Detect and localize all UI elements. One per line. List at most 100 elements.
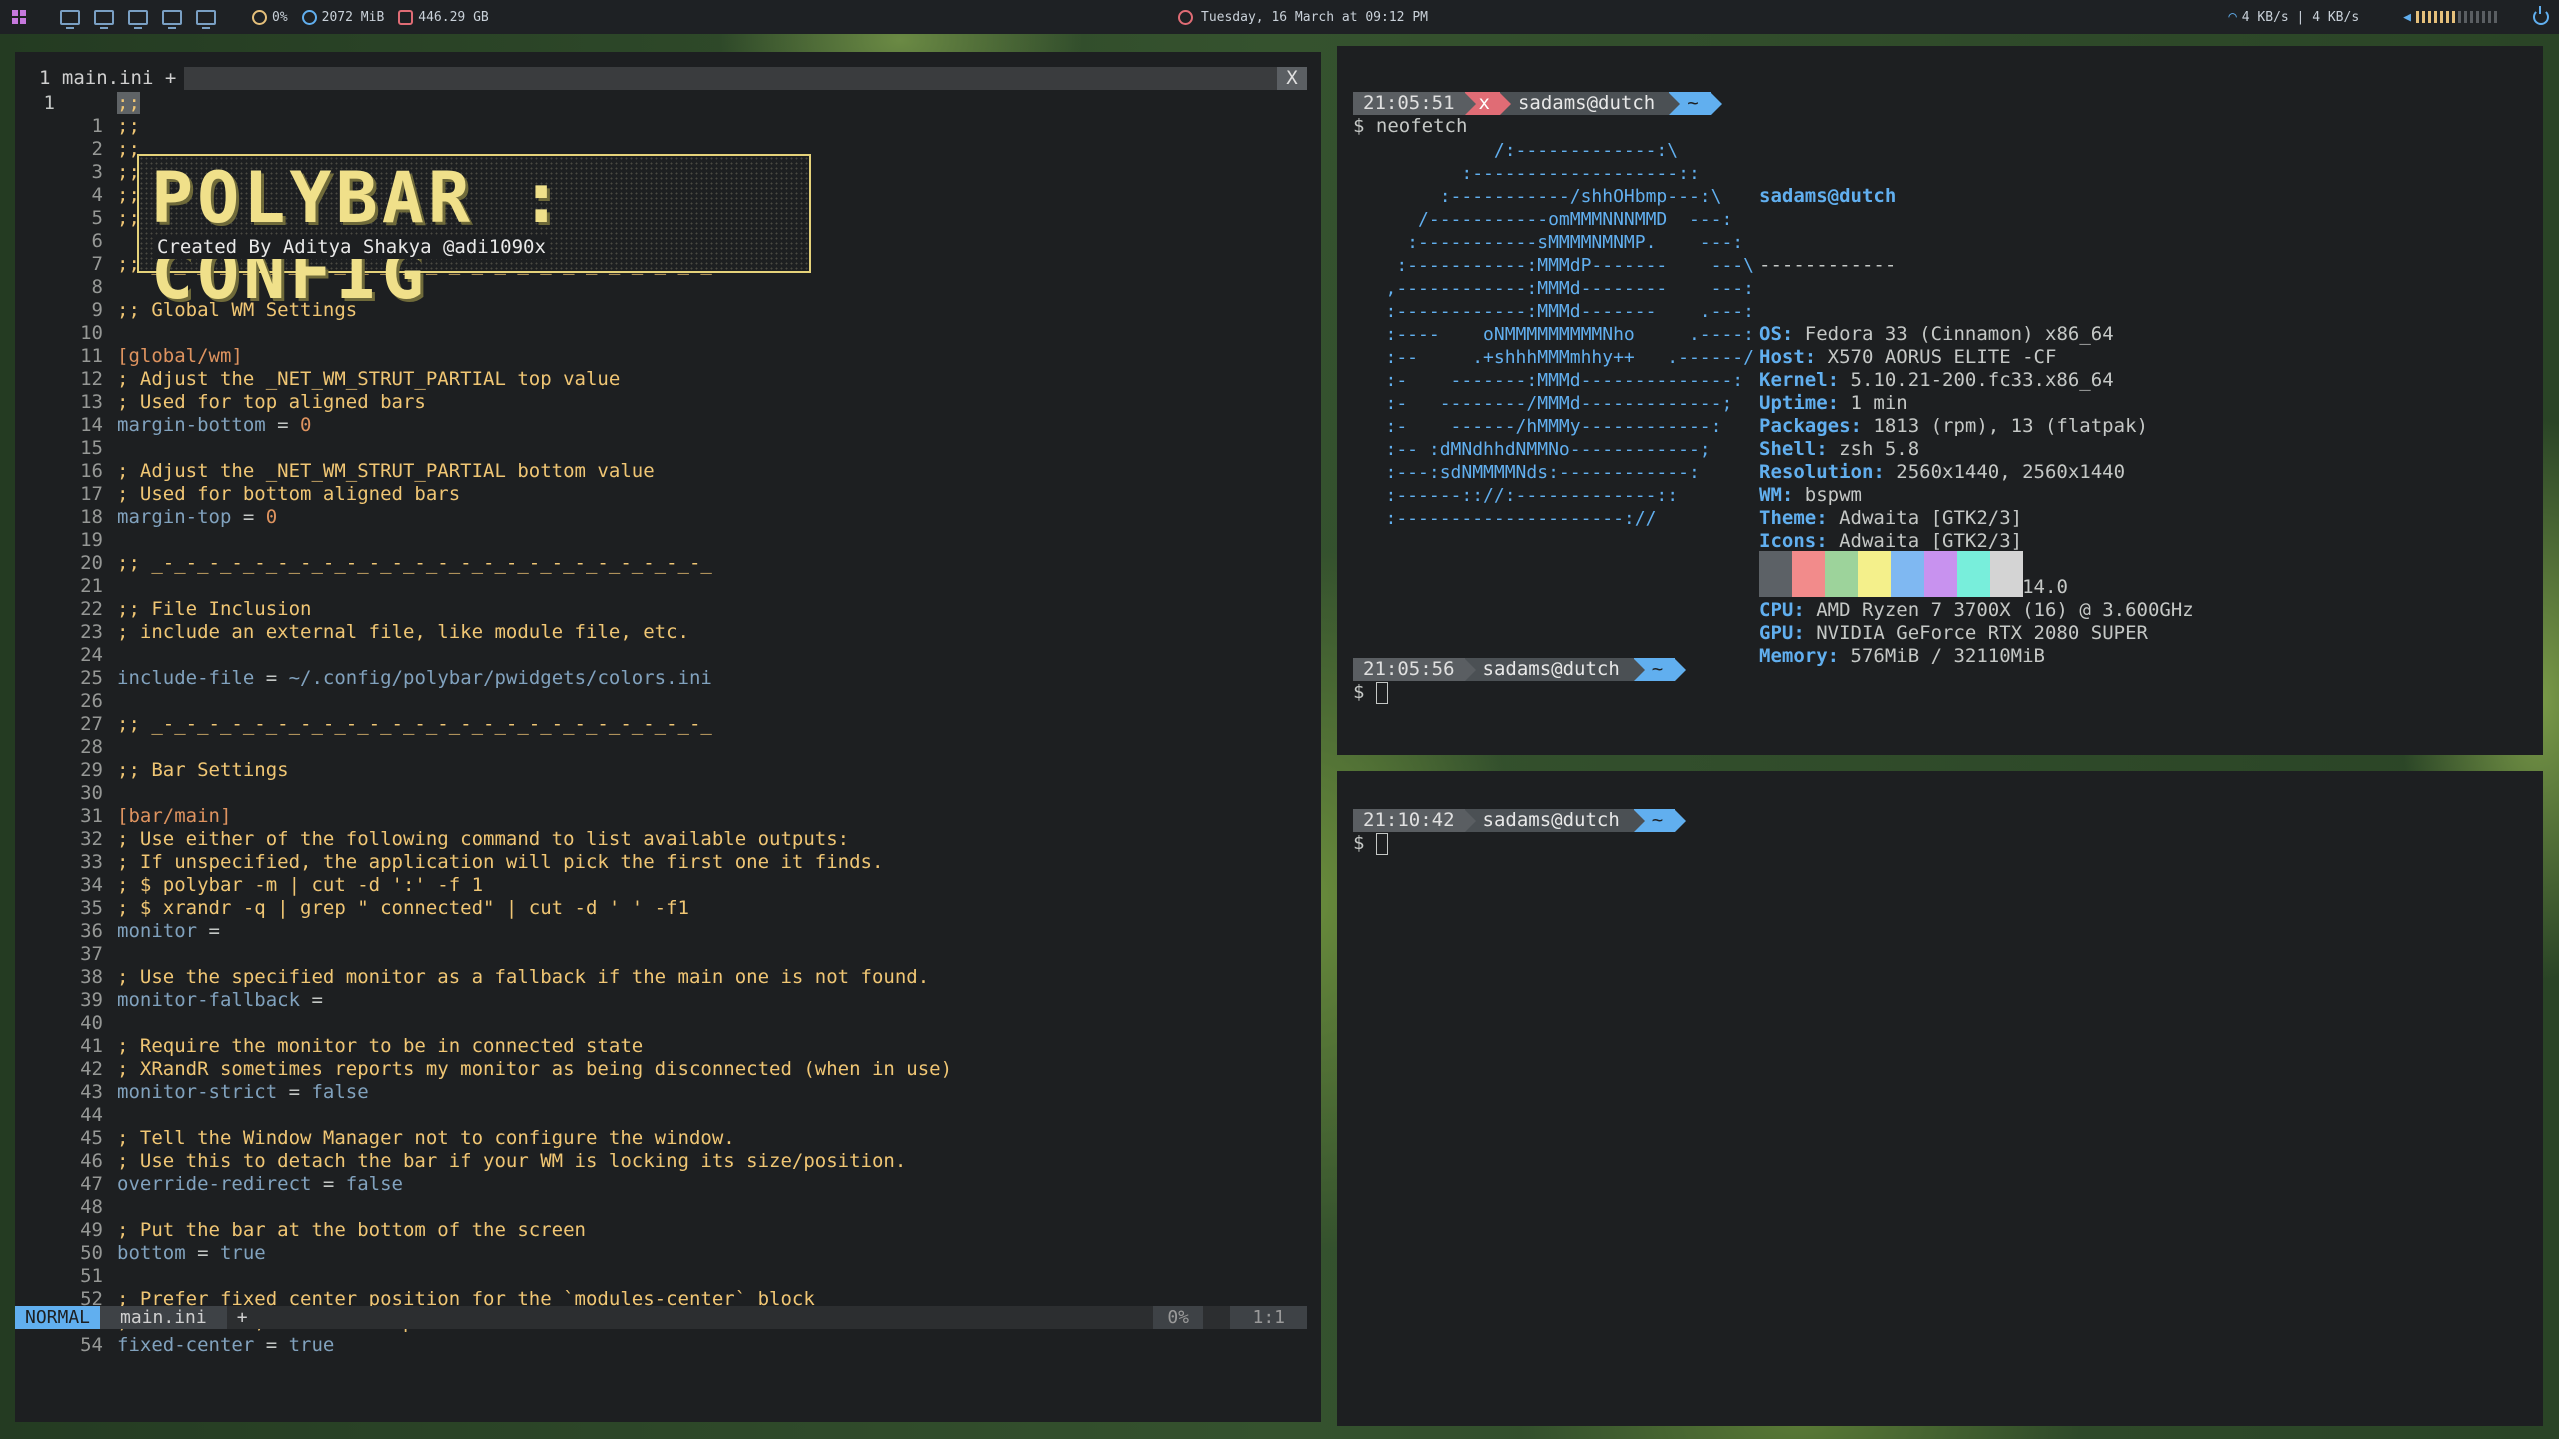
line-number — [15, 230, 55, 253]
relative-line-number: 35 — [80, 897, 103, 919]
editor-line[interactable]: 17 ; Used for bottom aligned bars — [15, 483, 1315, 506]
editor-line[interactable]: 48 — [15, 1196, 1315, 1219]
editor-line[interactable]: 28 — [15, 736, 1315, 759]
editor-line[interactable]: 44 — [15, 1104, 1315, 1127]
editor-line[interactable]: 32 ; Use either of the following command … — [15, 828, 1315, 851]
prompt-user: sadams@dutch — [1499, 92, 1670, 115]
editor-line[interactable]: 38 ; Use the specified monitor as a fallb… — [15, 966, 1315, 989]
editor-line[interactable]: 39 monitor-fallback = — [15, 989, 1315, 1012]
app-menu-icon[interactable] — [12, 10, 26, 24]
info-colon: : — [1850, 415, 1874, 437]
editor-line[interactable]: 35 ; $ xrandr -q | grep " connected" | cu… — [15, 897, 1315, 920]
editor-line[interactable]: 21 — [15, 575, 1315, 598]
config-equals: = — [185, 1242, 220, 1264]
editor-line[interactable]: 24 — [15, 644, 1315, 667]
editor-line[interactable]: 29 ;; Bar Settings — [15, 759, 1315, 782]
power-icon[interactable] — [2533, 6, 2549, 25]
editor-line[interactable]: 42 ; XRandR sometimes reports my monitor … — [15, 1058, 1315, 1081]
memory-module: 2072 MiB — [301, 9, 384, 25]
config-value: false — [311, 1081, 369, 1103]
line-number — [15, 1058, 55, 1081]
editor-line[interactable]: 11 [global/wm] — [15, 345, 1315, 368]
command-input[interactable]: $ — [1353, 681, 1388, 704]
line-number — [15, 253, 55, 276]
workspace-2-icon[interactable] — [94, 9, 114, 29]
workspace-3-icon[interactable] — [128, 9, 148, 29]
editor-line[interactable]: 43 monitor-strict = false — [15, 1081, 1315, 1104]
status-percent: 0% — [1153, 1306, 1203, 1329]
editor-line[interactable]: 40 — [15, 1012, 1315, 1035]
line-content: ; $ xrandr -q | grep " connected" | cut … — [117, 897, 1315, 920]
editor-line[interactable]: 36 monitor = — [15, 920, 1315, 943]
editor-line[interactable]: 19 — [15, 529, 1315, 552]
info-value: NVIDIA GeForce RTX 2080 SUPER — [1816, 622, 2148, 644]
volume-bar — [2428, 11, 2431, 23]
tab-close-button[interactable]: X — [1277, 67, 1307, 90]
editor-line[interactable]: 46 ; Use this to detach the bar if your W… — [15, 1150, 1315, 1173]
editor-line[interactable]: 33 ; If unspecified, the application will… — [15, 851, 1315, 874]
line-content: monitor-strict = false — [117, 1081, 1315, 1104]
editor-line[interactable]: 47 override-redirect = false — [15, 1173, 1315, 1196]
line-number — [15, 391, 55, 414]
editor-line[interactable]: 37 — [15, 943, 1315, 966]
relative-line-number: 30 — [80, 782, 103, 804]
editor-line[interactable]: 23 ; include an external file, like modul… — [15, 621, 1315, 644]
editor-line[interactable]: 1;; — [15, 115, 1315, 138]
line-content — [117, 644, 1315, 667]
kitty-terminal-neofetch[interactable]: 21:05:51 x sadams@dutch ~ $ neofetch /:-… — [1337, 46, 2543, 755]
relative-line-number: 11 — [80, 345, 103, 367]
kitty-terminal-empty[interactable]: 21:10:42 sadams@dutch ~ $ — [1337, 771, 2543, 1426]
relative-line-number: 38 — [80, 966, 103, 988]
vim-editor-window[interactable]: 1 main.ini + X 1;;1;;2;;3;;4;;5;;67;; _-… — [15, 52, 1321, 1422]
editor-line[interactable]: 26 — [15, 690, 1315, 713]
editor-line[interactable]: 16 ; Adjust the _NET_WM_STRUT_PARTIAL bot… — [15, 460, 1315, 483]
line-text: ; Adjust the _NET_WM_STRUT_PARTIAL top v… — [117, 368, 621, 390]
editor-line[interactable]: 54 fixed-center = true — [15, 1334, 1315, 1357]
line-text: ;; _-_-_-_-_-_-_-_-_-_-_-_-_-_-_-_-_-_-_… — [117, 552, 712, 574]
editor-line[interactable]: 22 ;; File Inclusion — [15, 598, 1315, 621]
line-text: ;; File Inclusion — [117, 598, 312, 620]
workspace-5-icon[interactable] — [196, 9, 216, 29]
editor-line[interactable]: 34 ; $ polybar -m | cut -d ':' -f 1 — [15, 874, 1315, 897]
editor-line[interactable]: 10 — [15, 322, 1315, 345]
palette-swatch — [1891, 551, 1924, 597]
command-input[interactable]: $ — [1353, 832, 1388, 855]
editor-line[interactable]: 27 ;; _-_-_-_-_-_-_-_-_-_-_-_-_-_-_-_-_-_… — [15, 713, 1315, 736]
editor-line[interactable]: 13 ; Used for top aligned bars — [15, 391, 1315, 414]
volume-module[interactable]: ◀ — [2403, 10, 2497, 25]
config-equals: = — [197, 920, 220, 942]
editor-line[interactable]: 15 — [15, 437, 1315, 460]
editor-line[interactable]: 30 — [15, 782, 1315, 805]
editor-line[interactable]: 20 ;; _-_-_-_-_-_-_-_-_-_-_-_-_-_-_-_-_-_… — [15, 552, 1315, 575]
relative-line-number: 32 — [80, 828, 103, 850]
workspace-1-icon[interactable] — [60, 9, 80, 29]
editor-line[interactable]: 14 margin-bottom = 0 — [15, 414, 1315, 437]
config-key: bottom — [117, 1242, 186, 1264]
line-content — [117, 575, 1315, 598]
editor-line[interactable]: 25 include-file = ~/.config/polybar/pwidg… — [15, 667, 1315, 690]
line-content: include-file = ~/.config/polybar/pwidget… — [117, 667, 1315, 690]
relative-line-number: 34 — [80, 874, 103, 896]
relative-line-number: 23 — [80, 621, 103, 643]
clock-module[interactable]: Tuesday, 16 March at 09:12 PM — [1178, 0, 1428, 34]
editor-line[interactable]: 12 ; Adjust the _NET_WM_STRUT_PARTIAL top… — [15, 368, 1315, 391]
info-row: WM: bspwm — [1759, 484, 2194, 507]
info-separator: ------------ — [1759, 254, 1897, 276]
editor-line[interactable]: 45 ; Tell the Window Manager not to confi… — [15, 1127, 1315, 1150]
editor-line[interactable]: 41 ; Require the monitor to be in connect… — [15, 1035, 1315, 1058]
editor-line[interactable]: 50 bottom = true — [15, 1242, 1315, 1265]
line-text: ; $ polybar -m | cut -d ':' -f 1 — [117, 874, 484, 896]
editor-line[interactable]: 51 — [15, 1265, 1315, 1288]
banner-subtitle: Created By Aditya Shakya @adi1090x — [153, 236, 550, 259]
editor-line[interactable]: 49 ; Put the bar at the bottom of the scr… — [15, 1219, 1315, 1242]
editor-line[interactable]: 1;; — [15, 92, 1315, 115]
editor-line[interactable]: 31 [bar/main] — [15, 805, 1315, 828]
editor-line[interactable]: 18 margin-top = 0 — [15, 506, 1315, 529]
config-equals: = — [311, 1173, 346, 1195]
tab-main-ini[interactable]: 1 main.ini + — [15, 67, 185, 90]
line-number — [15, 368, 55, 391]
workspace-4-icon[interactable] — [162, 9, 182, 29]
line-text: ; Put the bar at the bottom of the scree… — [117, 1219, 586, 1241]
info-row: Packages: 1813 (rpm), 13 (flatpak) — [1759, 415, 2194, 438]
volume-level-bars[interactable] — [2416, 11, 2497, 23]
